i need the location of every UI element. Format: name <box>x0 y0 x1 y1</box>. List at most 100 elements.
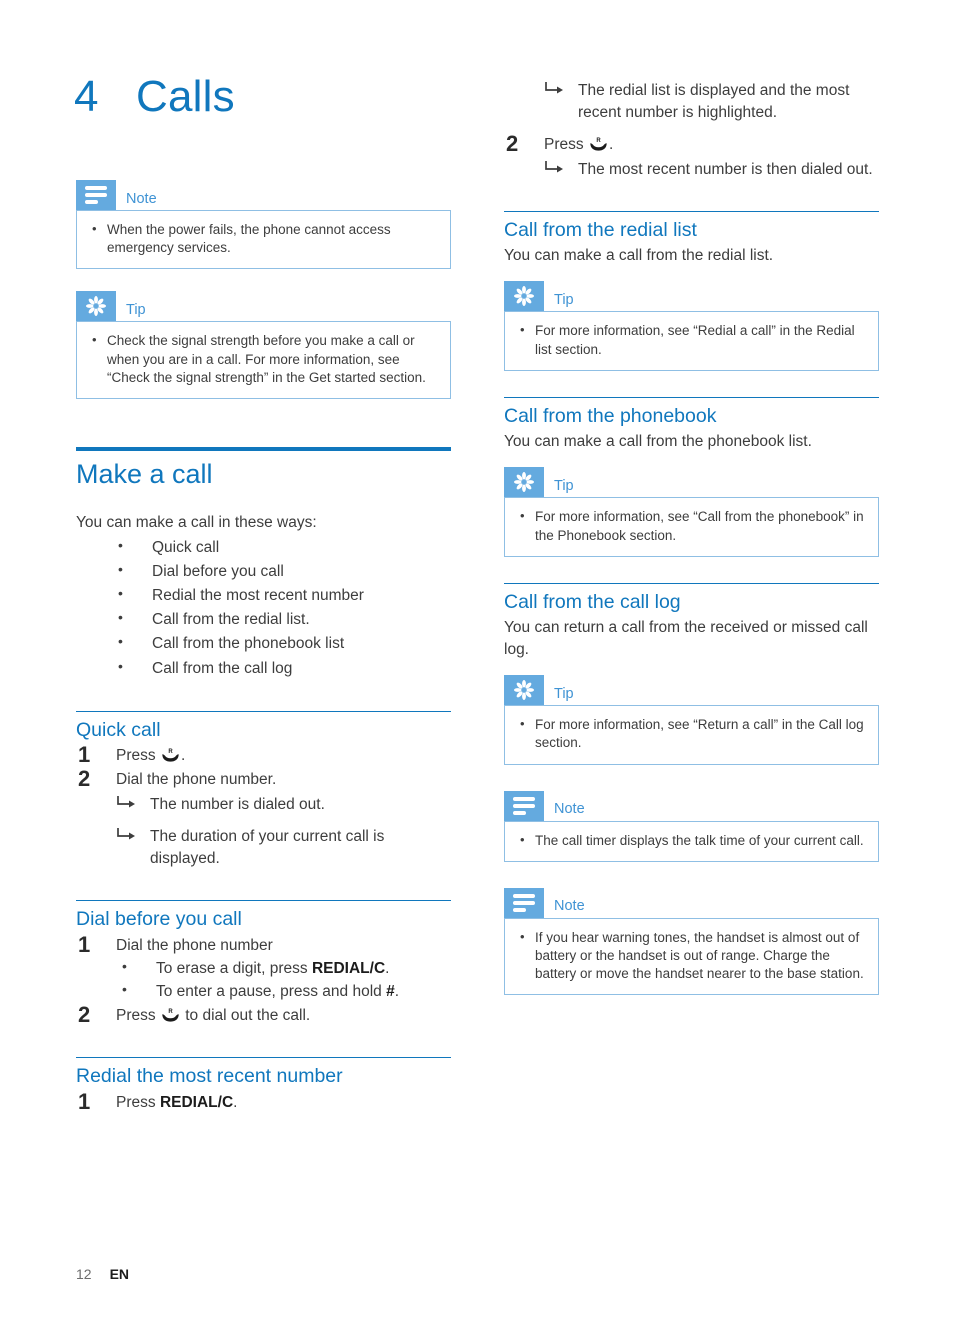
manual-page: 4 Calls Note When the power fails, the ph… <box>0 0 954 1334</box>
page-number: 12 <box>76 1266 92 1282</box>
section-rule <box>76 900 451 902</box>
right-column: The redial list is displayed and the mos… <box>504 80 879 1017</box>
section-heading-call-phonebook: Call from the phonebook <box>504 404 717 427</box>
callout-body: The call timer displays the talk time of… <box>504 820 879 862</box>
step-text-post: . <box>180 747 186 765</box>
step-text-post: . <box>608 136 614 153</box>
step-item: 1 Dial the phone number To erase a digit… <box>76 932 451 1004</box>
step-item: 1 Press R . <box>76 742 451 767</box>
section-rule <box>76 447 451 452</box>
step-text-pre: Press <box>116 747 156 765</box>
chapter-title: 4 Calls <box>74 72 235 122</box>
section-heading-call-redial-list: Call from the redial list <box>504 219 697 241</box>
step-text-pre: Press <box>116 1093 160 1111</box>
step-item: 1 Press REDIAL/C. <box>76 1089 451 1114</box>
svg-text:R: R <box>168 1009 173 1015</box>
section-heading-dial-before-you-call: Dial before you call <box>76 908 242 931</box>
section-rule <box>504 211 879 212</box>
section-heading-make-a-call: Make a call <box>76 459 213 490</box>
callout-label: Note <box>554 801 585 818</box>
callout-label: Note <box>554 898 585 915</box>
talk-handset-icon: R <box>161 747 180 762</box>
talk-handset-icon: R <box>161 1007 180 1022</box>
list-item: If you hear warning tones, the handset i… <box>517 928 866 984</box>
hooked-right-arrow-icon <box>544 159 566 177</box>
list-item: To enter a pause, press and hold #. <box>116 979 451 1003</box>
sub-text-pre: To enter a pause, press and hold <box>156 982 387 1000</box>
callout-header: Note <box>504 790 879 821</box>
list-item: For more information, see “Redial a call… <box>517 321 866 358</box>
callout-label: Tip <box>554 477 574 494</box>
callout-header: Tip <box>504 467 879 498</box>
hooked-right-arrow-icon <box>116 794 138 812</box>
section-heading-quick-call: Quick call <box>76 718 161 741</box>
callout-body: For more information, see “Return a call… <box>504 705 879 765</box>
redial-continued-steps: 2 Press R . The most recent number is th… <box>504 131 879 181</box>
section-heading-redial-recent: Redial the most recent number <box>76 1065 343 1088</box>
list-item: Call from the phonebook list <box>76 631 451 656</box>
section-paragraph: You can return a call from the received … <box>504 619 868 659</box>
callout-body: For more information, see “Call from the… <box>504 497 879 557</box>
hooked-right-arrow-icon <box>544 80 566 98</box>
callout-body: If you hear warning tones, the handset i… <box>504 917 879 996</box>
note-lines-icon <box>504 887 544 918</box>
callout-header: Note <box>76 180 451 210</box>
section-heading-call-log: Call from the call log <box>504 590 681 613</box>
talk-handset-icon: R <box>589 136 608 151</box>
list-item: When the power fails, the phone cannot a… <box>89 220 438 257</box>
callout-header: Note <box>504 887 879 918</box>
callout-tip-phonebook: Tip For more information, see “Call from… <box>504 467 879 557</box>
list-item: Quick call <box>76 535 451 560</box>
list-item: Call from the call log <box>76 656 451 681</box>
step-text-post: to dial out the call. <box>185 1007 311 1025</box>
callout-note-call-timer: Note The call timer displays the talk ti… <box>504 790 879 862</box>
step-item: 2 Press R . The most recent number is th… <box>504 131 879 181</box>
chapter-number: 4 <box>74 72 99 121</box>
list-item: For more information, see “Return a call… <box>517 715 866 752</box>
callout-header: Tip <box>504 675 879 706</box>
list-item: The call timer displays the talk time of… <box>517 831 866 850</box>
callout-label: Tip <box>554 291 574 308</box>
dial-before-steps: 1 Dial the phone number To erase a digit… <box>76 932 451 1028</box>
result-text: The redial list is displayed and the mos… <box>578 82 850 121</box>
result-text: The duration of your current call is dis… <box>150 828 385 868</box>
step-text: Dial the phone number. <box>116 771 277 789</box>
callout-body: For more information, see “Redial a call… <box>504 311 879 371</box>
section-rule <box>504 396 879 398</box>
svg-text:R: R <box>596 138 601 144</box>
callout-header: Tip <box>504 281 879 312</box>
step-text-pre: Press <box>544 136 584 153</box>
result-text: The number is dialed out. <box>150 796 325 814</box>
sub-text-pre: To erase a digit, press <box>156 959 312 977</box>
list-item: Call from the redial list. <box>76 607 451 632</box>
step-text: Press R to dial out the call. <box>116 1007 310 1024</box>
language-code: EN <box>109 1266 130 1282</box>
hooked-right-arrow-icon <box>116 826 138 844</box>
list-item: Check the signal strength before you mak… <box>89 331 438 387</box>
sub-text-post: . <box>394 982 400 1000</box>
key-label: # <box>386 982 395 1000</box>
section-paragraph: You can make a call from the redial list… <box>504 247 774 265</box>
list-item: Redial the most recent number <box>76 583 451 608</box>
callout-body: Check the signal strength before you mak… <box>76 321 451 400</box>
step-item: 2 Press R to dial out the call. <box>76 1002 451 1027</box>
step-item: 2 Dial the phone number. The number is d… <box>76 766 451 870</box>
step-number: 1 <box>78 931 91 957</box>
section-rule <box>504 582 879 584</box>
section-rule <box>76 1057 451 1059</box>
intro-paragraph: You can make a call in these ways: <box>76 513 317 531</box>
callout-tip-redial-list: Tip For more information, see “Redial a … <box>504 281 879 371</box>
result-text: The most recent number is then dialed ou… <box>578 161 873 178</box>
key-label: REDIAL/C <box>311 959 386 977</box>
step-result: The number is dialed out. <box>116 794 451 816</box>
chapter-name: Calls <box>136 72 235 121</box>
callout-tip-signal: Tip Check the signal strength before you… <box>76 291 451 400</box>
list-item: For more information, see “Call from the… <box>517 507 866 544</box>
step-number: 1 <box>78 1088 91 1114</box>
step-number: 2 <box>506 131 519 156</box>
callout-label: Tip <box>554 685 574 702</box>
asterisk-starburst-icon <box>504 281 544 312</box>
note-lines-icon <box>504 790 544 821</box>
callout-note-warning-tones: Note If you hear warning tones, the hand… <box>504 887 879 996</box>
callout-label: Note <box>126 190 157 207</box>
